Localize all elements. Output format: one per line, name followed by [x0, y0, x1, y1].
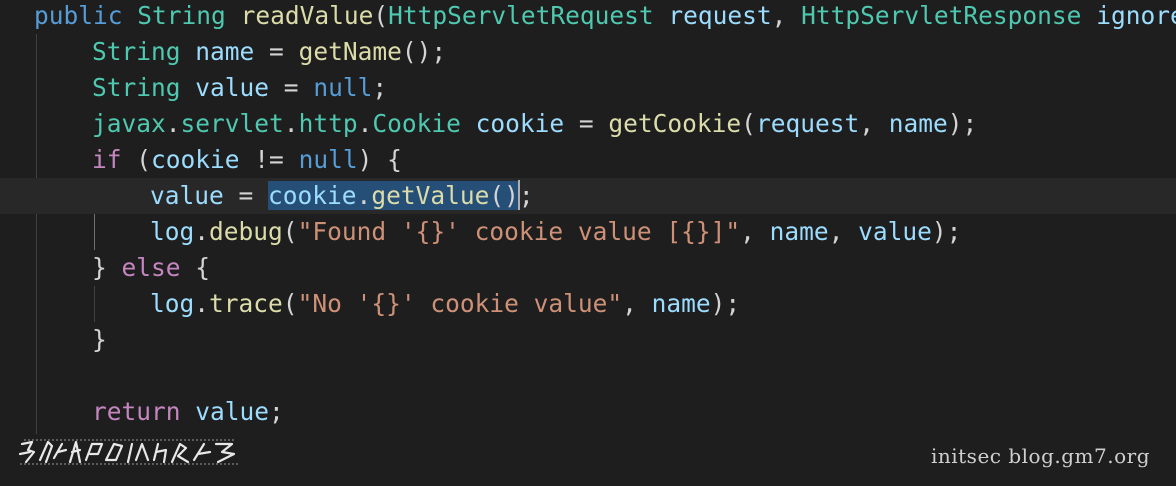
- line-code: value = cookie.getValue();: [150, 178, 534, 214]
- code-token: http: [298, 109, 358, 138]
- line-code: String value = null;: [92, 70, 387, 106]
- code-token: value: [195, 397, 270, 426]
- line-code: log.trace("No '{}' cookie value", name);: [150, 286, 740, 322]
- code-token: );: [947, 109, 978, 138]
- indent-guide-outer: [36, 34, 37, 434]
- code-token: (: [282, 289, 298, 318]
- code-token: ;: [372, 73, 388, 102]
- code-token: =: [223, 181, 269, 210]
- code-token: readValue: [240, 1, 374, 30]
- selected-token: getValue: [371, 181, 490, 210]
- code-token: (: [741, 109, 756, 138]
- line-code: log.debug("Found '{}' cookie value [{}]"…: [150, 214, 961, 250]
- graffiti-logo-icon: [18, 439, 238, 465]
- code-token: log: [150, 217, 195, 246]
- code-token: =: [269, 73, 314, 102]
- code-token: (: [121, 145, 152, 174]
- code-token: javax: [92, 109, 166, 138]
- code-token: getName: [298, 37, 402, 66]
- selected-token: .: [356, 181, 372, 210]
- code-token: String: [137, 1, 226, 30]
- code-token: String: [92, 73, 181, 102]
- code-token: servlet: [180, 109, 284, 138]
- code-token: log: [150, 289, 195, 318]
- code-token: =: [254, 37, 299, 66]
- code-token: (: [373, 1, 389, 30]
- selected-token: cookie: [268, 181, 357, 210]
- code-token: debug: [209, 217, 283, 246]
- code-token: cookie: [475, 109, 565, 138]
- code-token: Cookie: [372, 109, 461, 138]
- line-code: String name = getName();: [92, 34, 446, 70]
- code-token: request: [755, 109, 860, 138]
- code-token: getCookie: [608, 109, 742, 138]
- code-token: .: [194, 217, 210, 246]
- code-token: }: [92, 325, 107, 354]
- watermark-site: initsec blog.gm7.org: [930, 444, 1150, 468]
- line-code: return value;: [92, 394, 284, 430]
- code-token: "Found '{}' cookie value [{}]": [297, 217, 741, 246]
- line-code: if (cookie != null) {: [92, 142, 402, 178]
- code-token: .: [283, 109, 299, 138]
- code-token: ;: [269, 397, 284, 426]
- line-code: public String readValue(HttpServletReque…: [34, 0, 1176, 34]
- code-token: ,: [740, 217, 770, 246]
- indent-guide-else-block: [94, 286, 95, 322]
- code-token: ;: [518, 181, 534, 210]
- code-token: );: [931, 217, 962, 246]
- watermark-logo: [18, 434, 242, 470]
- code-token: ,: [622, 289, 652, 318]
- line-code: } else {: [92, 250, 210, 286]
- code-token: ) {: [357, 145, 402, 174]
- selected-token: (): [489, 181, 519, 210]
- code-token: (: [282, 217, 298, 246]
- code-token: HttpServletResponse: [801, 1, 1082, 30]
- code-token: request: [668, 1, 772, 30]
- code-token: else: [121, 253, 181, 282]
- code-token: =: [564, 109, 609, 138]
- code-token: if: [92, 145, 122, 174]
- code-token: name: [651, 289, 711, 318]
- code-token: );: [710, 289, 741, 318]
- code-token: return: [92, 397, 181, 426]
- code-token: value: [195, 73, 270, 102]
- code-token: null: [313, 73, 373, 102]
- code-token: ,: [859, 109, 889, 138]
- code-editor[interactable]: public String readValue(HttpServletReque…: [0, 0, 1176, 486]
- code-token: .: [357, 109, 373, 138]
- code-token: }: [92, 253, 122, 282]
- code-token: cookie: [151, 145, 240, 174]
- code-token: .: [165, 109, 181, 138]
- code-token: .: [194, 289, 210, 318]
- code-token: public: [34, 1, 123, 30]
- code-token: name: [769, 217, 829, 246]
- code-token: trace: [209, 289, 283, 318]
- code-token: ignored: [1096, 1, 1176, 30]
- line-code: javax.servlet.http.Cookie cookie = getCo…: [92, 106, 977, 142]
- code-token: name: [888, 109, 948, 138]
- code-token: String: [92, 37, 181, 66]
- code-token: ,: [771, 1, 802, 30]
- code-token: value: [858, 217, 932, 246]
- code-token: HttpServletRequest: [388, 1, 654, 30]
- code-token: ();: [401, 37, 447, 66]
- code-token: value: [150, 181, 224, 210]
- code-token: name: [195, 37, 255, 66]
- code-token: null: [298, 145, 358, 174]
- line-code: }: [92, 322, 107, 358]
- code-token: ,: [828, 217, 859, 246]
- code-token: !=: [239, 145, 299, 174]
- code-token: "No '{}' cookie value": [297, 289, 623, 318]
- code-line-6-current[interactable]: value = cookie.getValue();: [0, 178, 1176, 214]
- code-token: {: [180, 253, 211, 282]
